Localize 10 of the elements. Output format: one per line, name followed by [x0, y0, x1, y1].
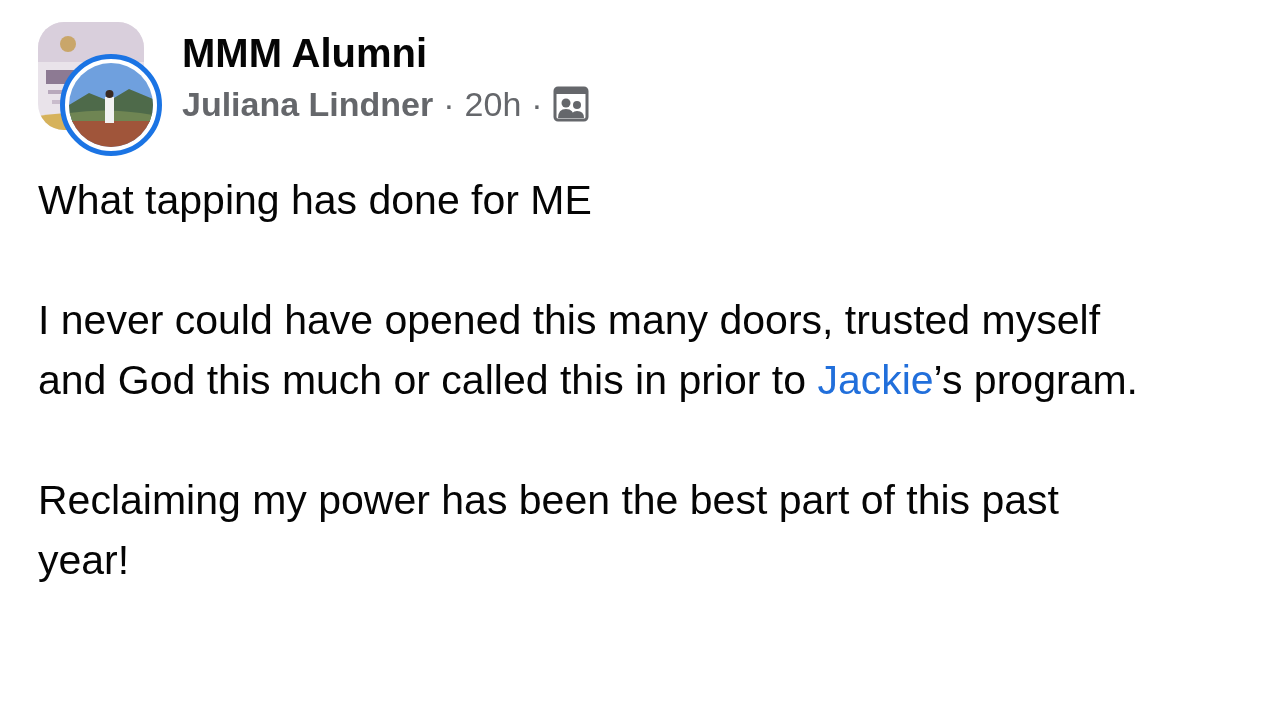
- members-icon: [552, 86, 589, 122]
- mention-link[interactable]: Jackie: [817, 357, 934, 403]
- post-time[interactable]: 20h: [464, 78, 522, 130]
- separator: ·: [531, 84, 543, 125]
- post-paragraph: Reclaiming my power has been the best part of this past year!: [38, 476, 1060, 585]
- separator: ·: [443, 84, 455, 125]
- author-name[interactable]: Juliana Lindner: [182, 78, 434, 130]
- group-name[interactable]: MMM Alumni: [182, 28, 589, 78]
- post-paragraph: I never could have opened this many doors, trusted myself and God this much or called this in prior to Jackie’s program.: [38, 296, 1139, 405]
- post-paragraph: What tapping has done for ME: [38, 176, 593, 225]
